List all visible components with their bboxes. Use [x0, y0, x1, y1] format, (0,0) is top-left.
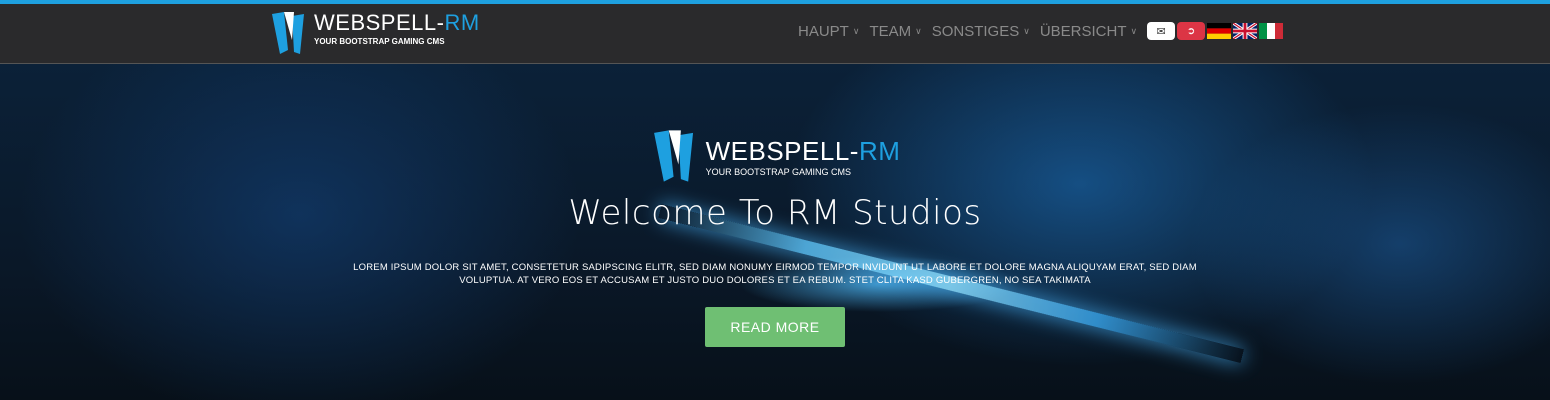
logo-tagline: YOUR BOOTSTRAP GAMING CMS: [705, 167, 851, 177]
nav-haupt[interactable]: HAUPT ∨: [798, 23, 859, 40]
site-logo[interactable]: WEBSPELL-RM YOUR BOOTSTRAP GAMING CMS: [270, 10, 480, 56]
nav-label: SONSTIGES: [931, 22, 1020, 40]
logo-mark-icon: [272, 12, 304, 54]
logo-name: WEBSPELL-: [314, 10, 445, 35]
hero-logo: WEBSPELL-RM YOUR BOOTSTRAP GAMING CMS: [650, 128, 901, 184]
uk-flag-icon[interactable]: [1233, 23, 1258, 39]
chevron-down-icon: ∨: [1130, 25, 1138, 36]
logo-name-accent: RM: [444, 10, 480, 35]
hero-title: Welcome To RM Studios: [568, 193, 982, 233]
logo-name: WEBSPELL-: [705, 136, 859, 166]
nav-sonstiges[interactable]: SONSTIGES ∨: [932, 23, 1030, 40]
chevron-down-icon: ∨: [852, 25, 860, 36]
nav-label: HAUPT: [798, 22, 849, 40]
envelope-icon: ✉: [1156, 25, 1166, 38]
nav-label: TEAM: [869, 22, 912, 40]
read-more-button[interactable]: READ MORE: [705, 307, 845, 347]
nav-uebersicht[interactable]: ÜBERSICHT ∨: [1040, 23, 1137, 40]
logo-name-accent: RM: [858, 136, 901, 166]
chevron-down-icon: ∨: [1023, 25, 1030, 36]
german-flag-icon[interactable]: [1207, 23, 1232, 39]
hero-description: LOREM IPSUM DOLOR SIT AMET, CONSETETUR S…: [353, 262, 1197, 286]
nav-team[interactable]: TEAM ∨: [869, 23, 921, 40]
nav-label: ÜBERSICHT: [1039, 22, 1127, 40]
main-nav: HAUPT ∨ TEAM ∨ SONSTIGES ∨ ÜBERSICHT ∨ ✉ ➲: [798, 22, 1284, 40]
messages-button[interactable]: ✉: [1147, 22, 1176, 40]
logo-tagline: YOUR BOOTSTRAP GAMING CMS: [314, 37, 445, 46]
italian-flag-icon[interactable]: [1259, 23, 1284, 39]
hero-banner: WEBSPELL-RM YOUR BOOTSTRAP GAMING CMS We…: [0, 64, 1550, 400]
logout-button[interactable]: ➲: [1177, 22, 1206, 40]
chevron-down-icon: ∨: [915, 25, 922, 36]
logo-mark-icon: [653, 130, 693, 182]
logout-icon: ➲: [1186, 25, 1196, 37]
navbar: WEBSPELL-RM YOUR BOOTSTRAP GAMING CMS HA…: [0, 4, 1550, 64]
